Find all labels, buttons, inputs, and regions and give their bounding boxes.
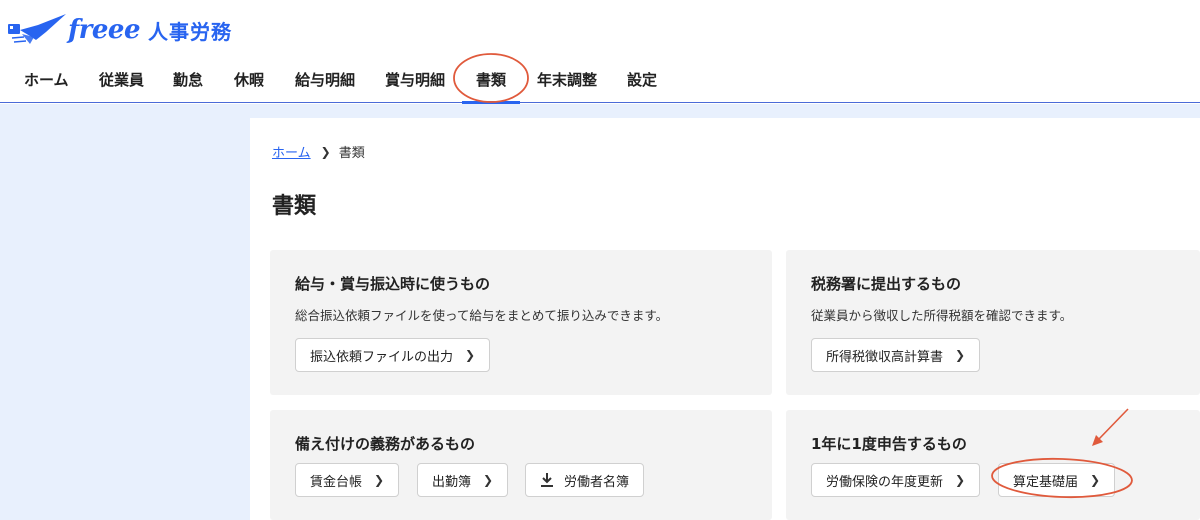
card-tax-office: 税務署に提出するもの 従業員から徴収した所得税額を確認できます。 所得税徴収高計…	[786, 250, 1200, 395]
breadcrumb-current: 書類	[338, 146, 365, 161]
card-title: 備え付けの義務があるもの	[295, 435, 476, 453]
chevron-right-icon: ❯	[1090, 473, 1101, 487]
export-transfer-file-button[interactable]: 振込依頼ファイルの出力 ❯	[295, 338, 491, 372]
button-label: 振込依頼ファイルの出力	[310, 349, 454, 365]
chevron-right-icon: ❯	[483, 473, 494, 487]
labor-insurance-renewal-button[interactable]: 労働保険の年度更新 ❯	[811, 463, 981, 497]
breadcrumb: ホーム ❯ 書類	[272, 142, 365, 162]
chevron-right-icon: ❯	[955, 473, 966, 487]
nav-item-leave[interactable]: 休暇	[234, 60, 264, 103]
freee-logo[interactable]: freee 人事労務	[8, 10, 232, 50]
chevron-right-icon: ❯	[320, 144, 331, 159]
product-name: 人事労務	[148, 19, 233, 44]
button-label: 算定基礎届	[1013, 474, 1079, 490]
page-title: 書類	[272, 194, 317, 219]
brand-name: freee	[68, 15, 141, 45]
nav-item-settings[interactable]: 設定	[627, 60, 657, 103]
card-title: 税務署に提出するもの	[811, 275, 962, 293]
nav-item-documents[interactable]: 書類	[461, 60, 521, 104]
nav-item-attendance[interactable]: 勤怠	[173, 60, 203, 103]
standard-remuneration-report-button[interactable]: 算定基礎届 ❯	[998, 463, 1116, 497]
main-nav: ホーム 従業員 勤怠 休暇 給与明細 賞与明細 書類 年末調整 設定	[0, 60, 700, 104]
button-label: 出勤簿	[432, 474, 472, 490]
chevron-right-icon: ❯	[374, 473, 385, 487]
nav-item-home[interactable]: ホーム	[24, 60, 69, 103]
nav-item-employees[interactable]: 従業員	[99, 60, 144, 103]
button-label: 所得税徴収高計算書	[826, 349, 944, 365]
button-label: 労働者名簿	[564, 474, 630, 490]
breadcrumb-home-link[interactable]: ホーム	[272, 142, 311, 161]
chevron-right-icon: ❯	[465, 348, 476, 362]
card-required-records: 備え付けの義務があるもの 賃金台帳 ❯ 出勤簿 ❯ 労働者名簿	[270, 410, 772, 520]
freee-bird-icon	[8, 14, 66, 44]
nav-item-payslips[interactable]: 給与明細	[295, 60, 355, 103]
card-title: 1年に1度申告するもの	[811, 435, 967, 453]
download-icon	[541, 473, 553, 487]
button-label: 賃金台帳	[310, 474, 363, 490]
employee-register-download-button[interactable]: 労働者名簿	[525, 463, 645, 497]
attendance-book-button[interactable]: 出勤簿 ❯	[417, 463, 509, 497]
nav-item-bonus-slips[interactable]: 賞与明細	[385, 60, 445, 103]
card-title: 給与・賞与振込時に使うもの	[295, 275, 491, 293]
card-annual-filing: 1年に1度申告するもの 労働保険の年度更新 ❯ 算定基礎届 ❯	[786, 410, 1200, 520]
app-header: freee 人事労務 ホーム 従業員 勤怠 休暇 給与明細 賞与明細 書類 年末…	[0, 0, 1200, 104]
chevron-right-icon: ❯	[955, 348, 966, 362]
income-tax-calculation-button[interactable]: 所得税徴収高計算書 ❯	[811, 338, 981, 372]
card-description: 従業員から徴収した所得税額を確認できます。	[811, 308, 1073, 323]
card-payment-transfer: 給与・賞与振込時に使うもの 総合振込依頼ファイルを使って給与をまとめて振り込みで…	[270, 250, 772, 395]
button-label: 労働保険の年度更新	[826, 474, 944, 490]
card-description: 総合振込依頼ファイルを使って給与をまとめて振り込みできます。	[295, 308, 669, 323]
wage-ledger-button[interactable]: 賃金台帳 ❯	[295, 463, 400, 497]
nav-item-year-end[interactable]: 年末調整	[537, 60, 597, 103]
